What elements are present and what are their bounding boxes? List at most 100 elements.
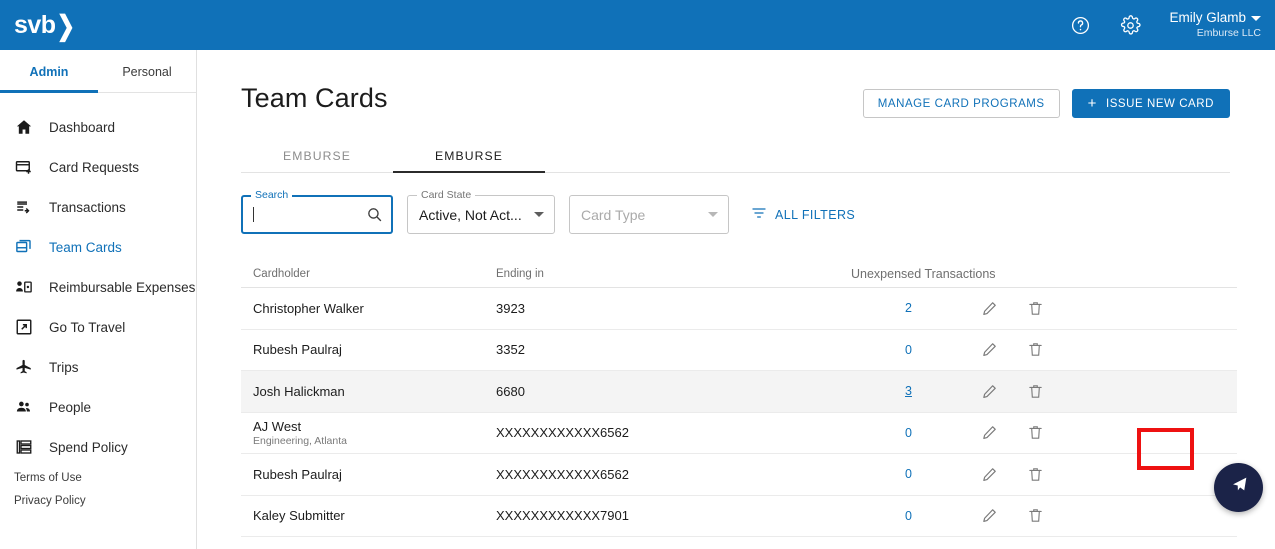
cell-cardholder: Christopher Walker [241,301,496,316]
tab-emburse-1[interactable]: EMBURSE [241,140,393,172]
cell-cardholder: AJ West Engineering, Atlanta [241,419,496,447]
card-type-select[interactable]: Card Type [569,195,729,234]
privacy-policy-link[interactable]: Privacy Policy [14,490,86,513]
sidebar-tabs: Admin Personal [0,50,196,93]
sidebar-tab-admin[interactable]: Admin [0,50,98,93]
sidebar-item-label: Card Requests [49,159,140,175]
unexpensed-count-link[interactable]: 2 [905,301,912,315]
issue-new-card-button[interactable]: + ISSUE NEW CARD [1071,89,1230,118]
tab-emburse-2[interactable]: EMBURSE [393,140,545,173]
delete-card-button[interactable] [1012,466,1058,483]
cell-cardholder: Rubesh Paulraj [241,342,496,357]
svb-logo[interactable]: svb ❯ [14,9,75,41]
table-row[interactable]: Josh Halickman 6680 3 [241,371,1237,413]
cardholder-subtitle: Engineering, Atlanta [253,434,347,447]
transactions-icon [15,198,41,216]
cell-unexpensed-transactions: 0 [851,343,966,357]
unexpensed-count-link[interactable]: 0 [905,343,912,357]
edit-card-button[interactable] [966,466,1012,483]
column-header-ending-in: Ending in [496,267,544,280]
table-row[interactable]: Rubesh Paulraj 3352 0 [241,330,1237,371]
edit-card-button[interactable] [966,300,1012,317]
user-name-label: Emily Glamb [1169,9,1246,25]
unexpensed-count-link[interactable]: 3 [905,384,912,398]
page-title: Team Cards [241,83,388,113]
terms-of-use-link[interactable]: Terms of Use [14,467,86,490]
main-content: Team Cards MANAGE CARD PROGRAMS + ISSUE … [197,50,1275,549]
cell-ending-in: XXXXXXXXXXXX6562 [496,466,629,482]
sidebar-tab-personal[interactable]: Personal [98,50,196,93]
cardholder-name: Rubesh Paulraj [253,342,342,358]
sidebar-item-spend-policy[interactable]: Spend Policy [0,427,196,467]
search-input[interactable]: Search [241,189,393,234]
card-state-select[interactable]: Card State Active, Not Act... [407,189,555,234]
unexpensed-count-link[interactable]: 0 [905,426,912,440]
sidebar-item-trips[interactable]: Trips [0,347,196,387]
table-row[interactable]: AJ West Engineering, Atlanta XXXXXXXXXXXX6… [241,413,1237,454]
all-filters-label: ALL FILTERS [775,207,856,222]
delete-card-button[interactable] [1012,383,1058,400]
send-feedback-fab[interactable] [1214,463,1263,512]
team-cards-table: Cardholder Ending in Unexpensed Transact… [241,260,1237,537]
sidebar-item-team-cards[interactable]: Team Cards [0,227,196,267]
manage-card-programs-button[interactable]: MANAGE CARD PROGRAMS [862,89,1060,118]
sidebar-item-label: Spend Policy [49,439,128,455]
delete-card-button[interactable] [1012,507,1058,524]
header-actions: Emily Glamb Emburse LLC [1055,0,1275,50]
sidebar-item-label: Go To Travel [49,319,126,335]
sidebar-item-transactions[interactable]: Transactions [0,187,196,227]
home-icon [15,118,41,136]
sidebar-item-dashboard[interactable]: Dashboard [0,107,196,147]
delete-card-button[interactable] [1012,424,1058,441]
plus-icon: + [1087,95,1097,112]
sidebar-nav: Dashboard Card Requests Transactions Tea… [0,93,196,467]
logo-chevron-icon: ❯ [56,9,75,41]
cell-unexpensed-transactions: 2 [851,301,966,315]
all-filters-button[interactable]: ALL FILTERS [751,205,855,224]
search-icon[interactable] [366,206,383,223]
card-program-tabs: EMBURSE EMBURSE [241,140,1230,173]
text-cursor [253,207,254,222]
send-plane-icon [1228,474,1250,501]
edit-card-button[interactable] [966,383,1012,400]
table-row[interactable]: Christopher Walker 3923 2 [241,288,1237,330]
edit-card-button[interactable] [966,341,1012,358]
sidebar-item-label: Trips [49,359,79,375]
sidebar-item-label: People [49,399,92,415]
logo-text: svb [14,10,56,39]
sidebar-item-go-to-travel[interactable]: Go To Travel [0,307,196,347]
delete-card-button[interactable] [1012,341,1058,358]
gear-icon[interactable] [1111,6,1149,44]
table-header-row: Cardholder Ending in Unexpensed Transact… [241,260,1237,288]
unexpensed-count-link[interactable]: 0 [905,509,912,523]
issue-new-card-label: ISSUE NEW CARD [1105,97,1214,110]
cell-ending-in: XXXXXXXXXXXX7901 [496,508,629,524]
chevron-down-icon [708,212,718,217]
column-header-cardholder: Cardholder [253,267,310,280]
help-circle-icon[interactable] [1061,6,1099,44]
table-row[interactable]: Kaley Submitter XXXXXXXXXXXX7901 0 [241,496,1237,537]
chevron-down-icon [1251,15,1261,21]
delete-card-button[interactable] [1012,300,1058,317]
top-header: svb ❯ Emily Glamb Emburse LLC [0,0,1275,50]
sidebar-item-reimbursable-expenses[interactable]: Reimbursable Expenses [0,267,196,307]
person-card-icon [15,278,41,296]
table-body: Christopher Walker 3923 2 Rubesh Paulraj 335… [241,288,1237,537]
user-menu[interactable]: Emily Glamb Emburse LLC [1169,10,1261,41]
card-state-value: Active, Not Act... [419,206,522,223]
sidebar-item-people[interactable]: People [0,387,196,427]
edit-card-button[interactable] [966,424,1012,441]
unexpensed-count-link[interactable]: 0 [905,467,912,481]
cardholder-name: Kaley Submitter [253,508,345,524]
sidebar-item-card-requests[interactable]: Card Requests [0,147,196,187]
sidebar: Admin Personal Dashboard Card Requests T… [0,50,197,549]
user-org-label: Emburse LLC [1196,27,1261,40]
cardholder-name: Rubesh Paulraj [253,466,342,482]
cell-cardholder: Josh Halickman [241,384,496,399]
table-row[interactable]: Rubesh Paulraj XXXXXXXXXXXX6562 0 [241,454,1237,496]
cell-unexpensed-transactions: 0 [851,467,966,481]
cell-cardholder: Rubesh Paulraj [241,467,496,482]
airplane-icon [15,358,41,376]
app-root: svb ❯ Emily Glamb Emburse LLC Admin Pers… [0,0,1275,549]
edit-card-button[interactable] [966,507,1012,524]
